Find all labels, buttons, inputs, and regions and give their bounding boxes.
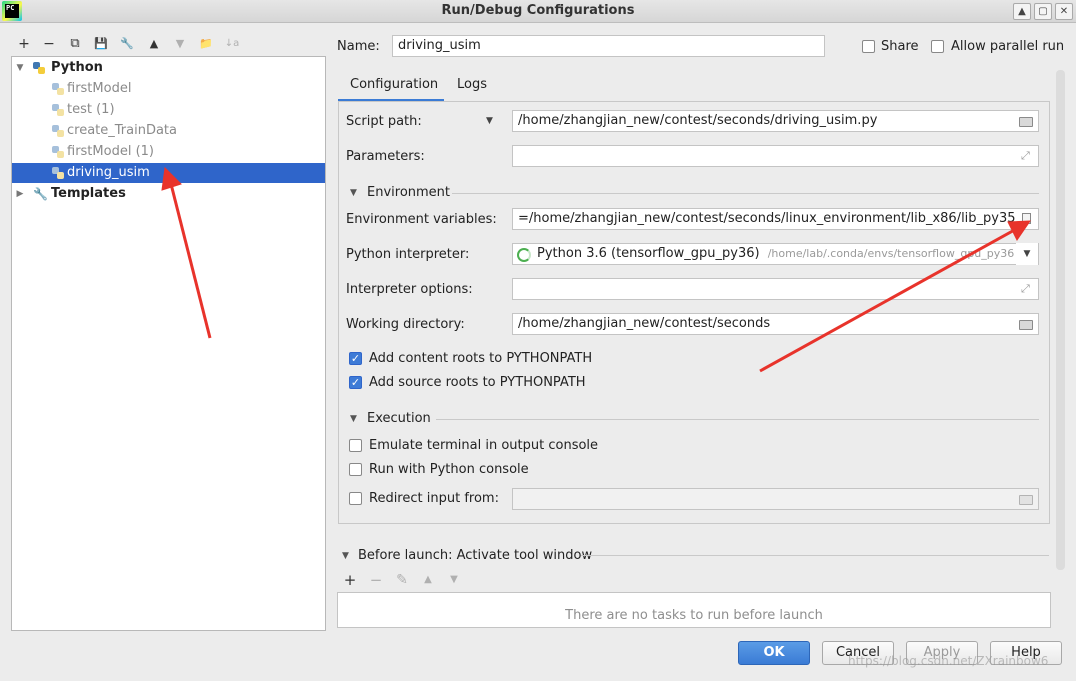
annotation-arrow-line (759, 226, 1019, 373)
annotation-arrowhead (161, 166, 182, 191)
annotation-arrow-line (168, 179, 212, 339)
annotation-arrows (161, 166, 1031, 373)
